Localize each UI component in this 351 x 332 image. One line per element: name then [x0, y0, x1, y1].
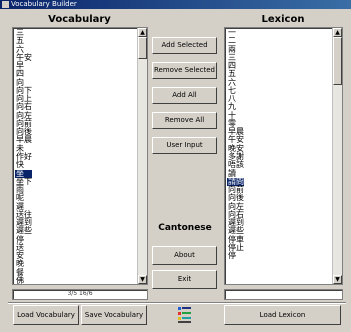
- user-input-label: User Input: [166, 141, 203, 149]
- scroll-thumb[interactable]: [333, 37, 342, 85]
- vocabulary-list[interactable]: 三五六午安早四向向下 向上 向右 向左 向前 向後 早晨未作好快坐坐下雨呢遲送往 遲到 遲些停送…: [12, 27, 148, 285]
- vocabulary-header: Vocabulary: [48, 14, 111, 25]
- scroll-up-icon[interactable]: ▲: [138, 28, 147, 37]
- load-lexicon-label: Load Lexicon: [259, 311, 306, 319]
- scroll-up-icon[interactable]: ▲: [333, 28, 342, 37]
- vocabulary-footer-field[interactable]: 3/5 16/6: [12, 289, 148, 300]
- window-title: Vocabulary Builder: [11, 0, 77, 8]
- app-icon: [2, 1, 9, 8]
- language-label: Cantonese: [158, 223, 212, 233]
- lexicon-scrollbar[interactable]: ▲ ▼: [332, 28, 342, 284]
- load-vocabulary-button[interactable]: Load Vocabulary: [13, 305, 79, 325]
- remove-selected-label: Remove Selected: [154, 66, 215, 74]
- user-input-button[interactable]: User Input: [152, 137, 217, 154]
- vocabulary-builder-window: Vocabulary Builder Vocabulary 三五六午安早四向向下…: [0, 0, 351, 332]
- add-selected-label: Add Selected: [161, 41, 208, 49]
- divider: [8, 302, 346, 304]
- add-all-label: Add All: [172, 91, 197, 99]
- remove-selected-button[interactable]: Remove Selected: [152, 62, 217, 79]
- add-all-button[interactable]: Add All: [152, 87, 217, 104]
- scroll-down-icon[interactable]: ▼: [333, 275, 342, 284]
- about-label: About: [174, 251, 195, 259]
- remove-all-button[interactable]: Remove All: [152, 112, 217, 129]
- save-vocabulary-button[interactable]: Save Vocabulary: [81, 305, 147, 325]
- about-button[interactable]: About: [152, 246, 217, 265]
- load-lexicon-button[interactable]: Load Lexicon: [224, 305, 341, 325]
- add-selected-button[interactable]: Add Selected: [152, 37, 217, 54]
- scroll-thumb[interactable]: [138, 37, 147, 59]
- save-vocabulary-label: Save Vocabulary: [84, 311, 144, 319]
- load-vocabulary-label: Load Vocabulary: [17, 311, 75, 319]
- list-item[interactable]: 停: [227, 251, 244, 260]
- lexicon-footer-field[interactable]: [224, 289, 343, 300]
- title-bar: Vocabulary Builder: [0, 0, 351, 9]
- lexicon-items: 一二兩三四五六七八九十零早晨 午安 晚安 多謝 唔該讀請問 向前 向後 向左 向右 遲到 遲些 停車停…: [227, 28, 244, 260]
- vocabulary-scrollbar[interactable]: ▲ ▼: [137, 28, 147, 284]
- lexicon-header: Lexicon: [261, 14, 305, 25]
- app-logo-icon: [177, 305, 193, 325]
- exit-label: Exit: [177, 275, 192, 283]
- exit-button[interactable]: Exit: [152, 270, 217, 289]
- scroll-down-icon[interactable]: ▼: [138, 275, 147, 284]
- lexicon-list[interactable]: 一二兩三四五六七八九十零早晨 午安 晚安 多謝 唔該讀請問 向前 向後 向左 向右 遲到 遲些 停車停…: [224, 27, 343, 285]
- vocabulary-items: 三五六午安早四向向下 向上 向右 向左 向前 向後 早晨未作好快坐坐下雨呢遲送往 遲到 遲些停送…: [15, 28, 32, 284]
- remove-all-label: Remove All: [164, 116, 205, 124]
